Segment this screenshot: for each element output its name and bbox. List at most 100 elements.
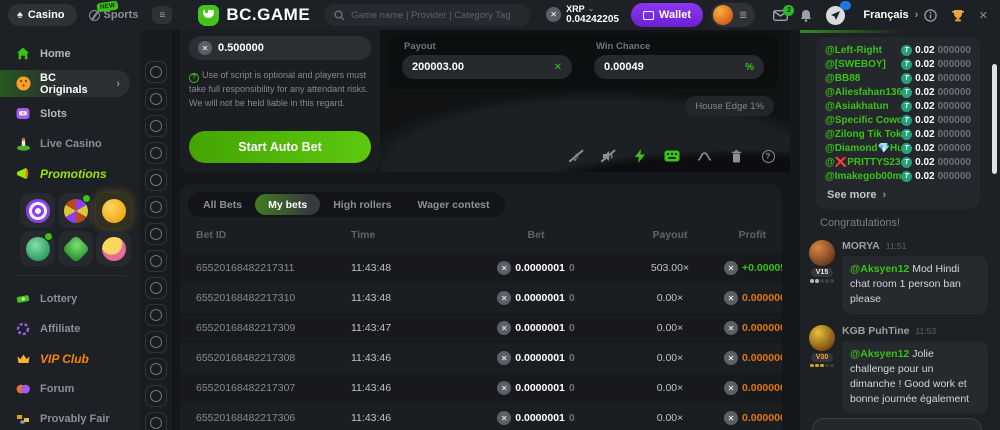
tab-all-bets[interactable]: All Bets [190,194,255,215]
bet-amount-field[interactable] [189,36,371,60]
currency-label: XRP [566,5,585,15]
payout-input[interactable] [412,61,548,73]
promo-piggy-icon[interactable] [96,193,131,228]
game-shortcut-icon[interactable] [145,358,167,380]
bcgame-logo[interactable]: BC.GAME [198,5,310,26]
table-row[interactable]: 65520168482217311 11:43:48 0.00000010 50… [180,253,782,283]
menu-toggle-icon[interactable] [152,6,172,24]
game-shortcut-icon[interactable] [145,331,167,353]
table-row[interactable]: 65520168482217309 11:43:47 0.00000010 0.… [180,313,782,343]
balance-selector[interactable]: XRP 0.04242205 [546,5,619,26]
sidebar-item-forum[interactable]: Forum [0,375,140,402]
clear-button[interactable] [728,148,744,164]
language-selector[interactable]: Français [863,9,918,21]
payout-field[interactable]: ✕ [402,55,572,79]
rain-username[interactable]: @Aliesfahan1363 [825,87,901,98]
start-auto-bet-button[interactable]: Start Auto Bet [189,131,371,163]
mention[interactable]: @Aksyen12 [850,348,909,360]
chat-username[interactable]: MORYA [842,240,880,252]
trends-button[interactable] [696,148,712,164]
avatar[interactable] [809,325,835,351]
avatar[interactable] [809,240,835,266]
mention[interactable]: @Aksyen12 [850,263,909,275]
chat-toggle-button[interactable] [826,6,845,25]
game-shortcut-icon[interactable] [145,196,167,218]
win-chance-field[interactable]: % [594,55,764,79]
sidebar-item-label: Forum [40,383,74,395]
win-chance-input[interactable] [604,61,739,73]
game-shortcut-icon[interactable] [145,250,167,272]
game-shortcut-icon[interactable] [145,142,167,164]
info-icon [924,9,937,22]
sidebar-item-promotions[interactable]: Promotions [0,160,140,187]
promo-spin-icon[interactable] [20,193,55,228]
trophy-button[interactable] [951,9,965,22]
game-shortcut-icon[interactable] [145,115,167,137]
rain-username[interactable]: @Specific Cowden [825,115,901,126]
chat-scrollbar[interactable] [992,64,997,174]
hotkeys-button[interactable] [664,148,680,164]
see-more-button[interactable]: See more [825,183,971,205]
sidebar-item-affiliate[interactable]: Affiliate [0,315,140,342]
rain-username[interactable]: @Imakegob00m... [825,171,901,182]
promo-wheel-icon[interactable] [58,193,93,228]
sidebar-item-bc-originals[interactable]: BC Originals [0,70,130,97]
game-shortcut-icon[interactable] [145,169,167,191]
sidebar-item-provably-fair[interactable]: Provably Fair [0,405,140,430]
search-input[interactable] [351,10,520,21]
sidebar-item-vip-club[interactable]: VIP Club [0,345,140,372]
chat-username[interactable]: KGB PuhTine [842,325,909,337]
game-shortcut-icon[interactable] [145,223,167,245]
sidebar-item-slots[interactable]: Slots [0,100,140,127]
table-row[interactable]: 65520168482217310 11:43:48 0.00000010 0.… [180,283,782,313]
inbox-button[interactable]: 2 [773,10,788,21]
col-time: Time [351,229,456,241]
sports-toggle[interactable]: NEW Sports [89,9,139,21]
game-shortcut-icon[interactable] [145,277,167,299]
profile-menu[interactable] [711,3,755,27]
sidebar-item-lottery[interactable]: Lottery [0,285,140,312]
game-shortcut-icon[interactable] [145,88,167,110]
game-shortcut-icon[interactable] [145,385,167,407]
notifications-button[interactable] [800,9,812,22]
game-shortcut-icon[interactable] [145,61,167,83]
rain-username[interactable]: @Left-Right [825,45,882,56]
rain-username[interactable]: @Zilong Tik Tok [825,129,901,140]
promo-coin-drop-icon[interactable] [96,231,131,266]
table-row[interactable]: 65520168482217306 11:43:46 0.00000010 0.… [180,403,782,430]
music-mute-button[interactable] [568,148,584,164]
tab-high-rollers[interactable]: High rollers [320,194,404,215]
tab-my-bets[interactable]: My bets [255,194,320,215]
close-icon[interactable] [979,9,988,22]
turbo-button[interactable] [632,148,648,164]
table-row[interactable]: 65520168482217308 11:43:46 0.00000010 0.… [180,343,782,373]
table-row[interactable]: 65520168482217307 11:43:46 0.00000010 0.… [180,373,782,403]
game-shortcut-icon[interactable] [145,304,167,326]
help-button[interactable] [760,148,776,164]
rain-amount: 0.02000000 [901,143,971,154]
table-header: Bet ID Time Bet Payout Profit [180,217,782,253]
sidebar-item-home[interactable]: Home [0,40,140,67]
rain-username[interactable]: @[SWEBOY] [825,59,886,70]
casino-toggle[interactable]: Casino [8,4,77,26]
bet-profit: 0.00000010 [724,351,782,365]
bet-amount-input[interactable] [218,42,362,54]
sidebar-item-live-casino[interactable]: Live Casino [0,130,140,157]
bet-profit: 0.00000010 [724,291,782,305]
rain-username[interactable]: @Asiakhatun [825,101,889,112]
rain-username[interactable]: @BB88 [825,73,860,84]
promo-cash-tag-icon[interactable] [58,231,93,266]
balance-amount: 0.04242205 [566,14,619,25]
wallet-button[interactable]: Wallet [631,3,703,27]
rain-username[interactable]: @Diamond💎Hu... [825,143,901,154]
bcgame-logo-text: BC.GAME [226,5,310,25]
rain-username[interactable]: @❌PRITTYS233❌ [825,157,901,168]
game-search[interactable] [324,4,530,26]
info-button[interactable] [924,9,937,22]
tab-wager-contest[interactable]: Wager contest [405,194,503,215]
chat-input[interactable] [813,420,981,430]
game-shortcut-icon[interactable] [145,412,167,430]
chat-input-box[interactable] [812,418,982,430]
promo-rocket-icon[interactable] [20,231,55,266]
sound-mute-button[interactable] [600,148,616,164]
